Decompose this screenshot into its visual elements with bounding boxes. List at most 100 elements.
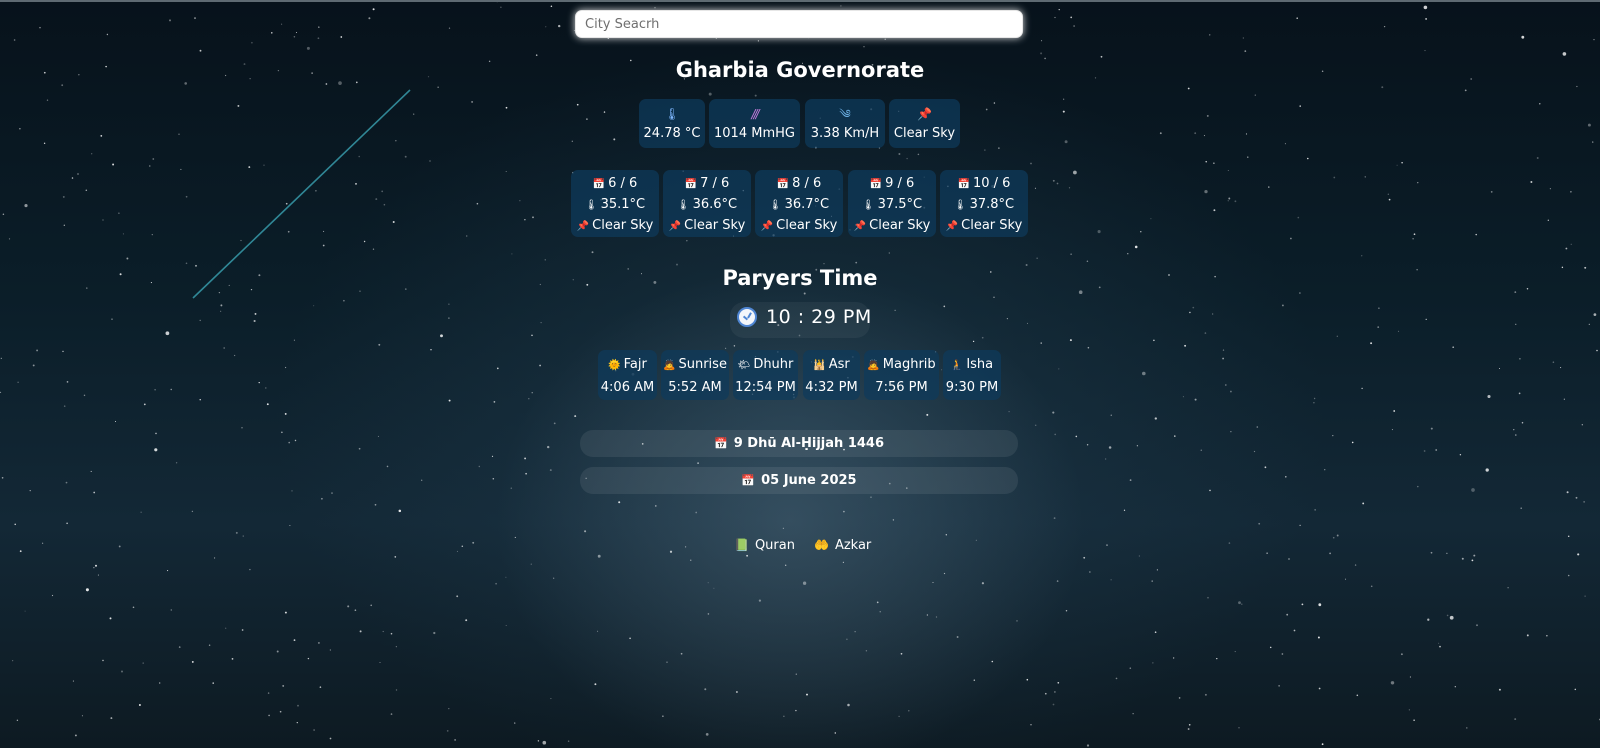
star xyxy=(448,27,451,29)
star xyxy=(1036,257,1038,259)
star xyxy=(347,605,350,608)
forecast-date: 📅 9 / 6 xyxy=(869,176,915,191)
star xyxy=(237,104,240,107)
star xyxy=(1234,651,1236,653)
star xyxy=(313,729,315,731)
star xyxy=(199,319,201,322)
star xyxy=(81,715,83,717)
star xyxy=(1056,580,1059,582)
star xyxy=(1471,559,1474,562)
star xyxy=(1408,709,1410,711)
star xyxy=(695,511,698,514)
star xyxy=(1378,307,1380,309)
star xyxy=(154,389,156,391)
star xyxy=(514,722,516,724)
city-search-input[interactable] xyxy=(575,10,1023,38)
star xyxy=(404,288,407,290)
star xyxy=(981,582,985,585)
star xyxy=(454,739,456,741)
star xyxy=(440,334,443,338)
star xyxy=(1438,642,1440,644)
star xyxy=(0,357,2,359)
star xyxy=(1487,394,1491,399)
star xyxy=(1387,193,1389,195)
star xyxy=(1142,371,1146,376)
star xyxy=(1100,55,1103,58)
quran-link[interactable]: 📗 Quran xyxy=(734,538,795,553)
star xyxy=(1521,35,1525,39)
star xyxy=(1547,219,1549,221)
star xyxy=(90,470,92,472)
star xyxy=(535,54,538,56)
star xyxy=(735,691,738,693)
star xyxy=(448,399,451,402)
star xyxy=(51,594,54,597)
star xyxy=(102,219,104,221)
prayer-name: 🧎 Isha xyxy=(950,357,994,372)
star xyxy=(122,233,124,235)
star xyxy=(24,610,26,612)
star xyxy=(1224,384,1227,386)
star xyxy=(456,550,458,552)
star xyxy=(1549,188,1551,190)
star xyxy=(429,160,431,162)
star xyxy=(296,721,298,724)
star xyxy=(1351,441,1354,444)
star xyxy=(1299,105,1301,107)
star xyxy=(1,476,4,479)
star xyxy=(1168,274,1170,276)
gregorian-date-bar: 📅 05 June 2025 xyxy=(580,467,1018,494)
star xyxy=(1194,132,1197,135)
star xyxy=(1026,322,1029,324)
forecast-date: 📅 8 / 6 xyxy=(776,176,822,191)
star xyxy=(686,240,688,242)
star xyxy=(118,212,120,215)
star xyxy=(1539,103,1541,105)
star xyxy=(1464,89,1467,92)
star xyxy=(317,641,320,644)
star xyxy=(240,239,242,242)
star xyxy=(74,734,77,737)
star xyxy=(1156,569,1159,571)
star xyxy=(1227,200,1229,202)
star xyxy=(241,427,243,429)
star xyxy=(1317,636,1320,639)
star xyxy=(1106,544,1108,546)
star xyxy=(472,541,475,544)
calendar-icon: 📅 xyxy=(684,179,698,190)
star xyxy=(218,291,221,294)
star xyxy=(1588,323,1590,325)
star xyxy=(253,319,256,323)
star xyxy=(284,611,287,614)
wind-icon: ༄ xyxy=(839,107,851,121)
star xyxy=(1299,292,1301,294)
calendar-icon: 📅 xyxy=(869,179,883,190)
star xyxy=(510,487,513,489)
star xyxy=(603,111,606,113)
wind-value: 3.38 Km/H xyxy=(810,126,880,141)
star xyxy=(1393,410,1396,412)
star xyxy=(1266,552,1268,554)
star xyxy=(900,652,903,655)
bowing-person-icon: 🙇 xyxy=(867,360,880,371)
star xyxy=(1567,574,1570,577)
quran-label: Quran xyxy=(754,538,795,553)
azkar-link[interactable]: 🤲 Azkar xyxy=(814,538,871,553)
star xyxy=(505,170,507,173)
star xyxy=(1285,476,1287,478)
star xyxy=(511,253,513,255)
star xyxy=(1435,449,1438,451)
star xyxy=(1561,266,1564,269)
star xyxy=(1584,595,1586,597)
star xyxy=(106,33,109,36)
star xyxy=(12,660,14,662)
star xyxy=(505,576,507,578)
star xyxy=(654,6,656,9)
star xyxy=(119,273,122,276)
star xyxy=(1518,392,1521,395)
star xyxy=(1530,181,1533,183)
star xyxy=(194,17,196,20)
star xyxy=(294,439,297,442)
star xyxy=(1332,434,1334,437)
star xyxy=(1204,693,1207,696)
